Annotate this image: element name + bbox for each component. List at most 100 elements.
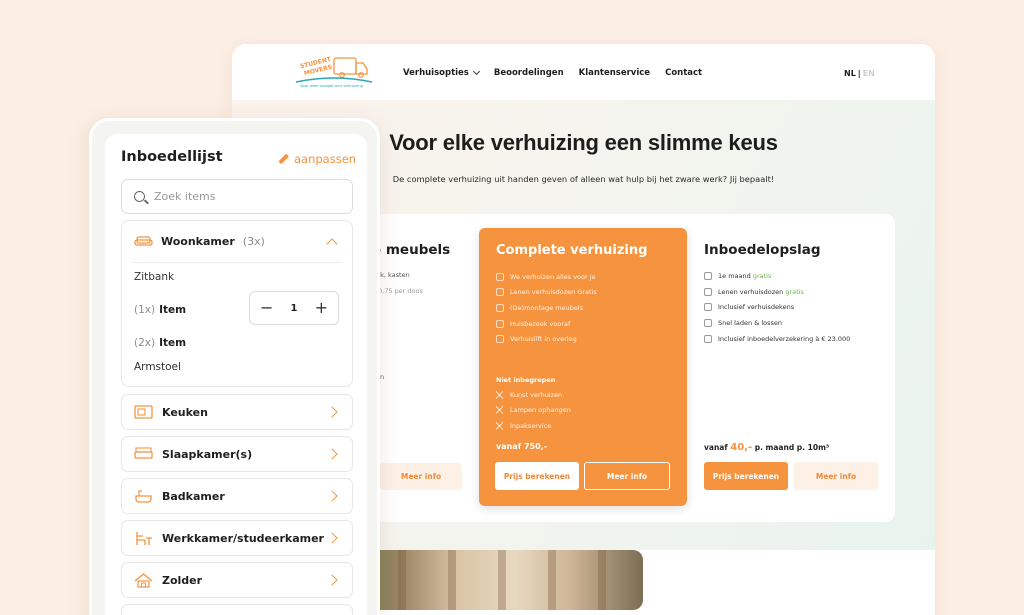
chevron-down-icon <box>472 67 480 76</box>
quantity-value: 1 <box>290 302 298 314</box>
feature-item: (De)montage meubels <box>496 300 597 316</box>
check-icon <box>704 335 712 344</box>
lift-icon <box>496 335 504 344</box>
check-icon <box>496 272 504 281</box>
card-title: Complete verhuizing <box>496 243 648 258</box>
quantity-stepper: − 1 + <box>249 291 339 325</box>
feature-text: (De)montage meubels <box>510 303 583 312</box>
price-prefix: vanaf <box>704 443 731 452</box>
feature-text: Verhuislift in overleg <box>510 335 577 344</box>
list-item: (1x) Item <box>134 304 186 316</box>
lang-en[interactable]: EN <box>863 69 875 78</box>
chevron-right-icon <box>326 406 338 418</box>
kitchen-icon <box>134 404 153 420</box>
card-line: 0,75 per doos <box>378 287 423 295</box>
room-name: Zolder <box>162 573 203 587</box>
check-icon <box>704 319 712 328</box>
chevron-up-icon[interactable] <box>326 238 338 250</box>
feature-item: Snel laden & lossen <box>704 315 850 331</box>
excluded-item: Inpakservice <box>496 418 571 434</box>
nav-label: Verhuisopties <box>403 68 469 78</box>
room-name: Slaapkamer(s) <box>162 447 253 461</box>
cross-icon <box>496 391 504 399</box>
bath-icon <box>134 488 153 504</box>
divider <box>132 262 342 263</box>
card-inboedelopslag: Inboedelopslag 1e maand gratis Lenen ver… <box>704 214 894 494</box>
search-icon <box>134 191 145 202</box>
excluded-heading: Niet inbegrepen <box>496 376 556 384</box>
price-suffix: p. maand p. 10m³ <box>752 443 830 452</box>
calculate-price-button[interactable]: Prijs berekenen <box>495 462 579 490</box>
card-title: Inboedelopslag <box>704 242 821 258</box>
check-icon <box>704 271 712 280</box>
excluded-item: Kunst verhuizen <box>496 387 571 403</box>
room-count: (3x) <box>242 234 265 248</box>
edit-button[interactable]: aanpassen <box>278 152 356 166</box>
lang-separator: | <box>857 69 861 78</box>
language-switch: NL | EN <box>844 69 875 78</box>
decrement-button[interactable]: − <box>260 300 273 316</box>
feature-text: 1e maand <box>718 271 753 280</box>
card-meubels: e meubels ank, kasten 0,75 per doos en M… <box>362 214 482 522</box>
room-name: Badkamer <box>162 489 225 503</box>
feature-text: Inclusief verhuisdekens <box>718 303 795 312</box>
more-info-button[interactable]: Meer info <box>584 462 670 490</box>
feature-list: 1e maand gratis Lenen verhuisdozen grati… <box>704 268 850 347</box>
feature-text: We verhuizen alles voor je <box>510 272 596 281</box>
calculate-price-button[interactable]: Prijs berekenen <box>704 462 788 490</box>
item-name: Armstoel <box>134 361 181 373</box>
search-field[interactable] <box>121 179 353 214</box>
cross-icon <box>496 406 504 414</box>
feature-highlight: gratis <box>752 271 772 280</box>
feature-item: 1e maand gratis <box>704 268 850 284</box>
price-label: vanaf 40,- p. maand p. 10m³ <box>704 442 829 453</box>
room-woonkamer-expanded: Woonkamer (3x) Zitbank (1x) Item − 1 + (2… <box>121 220 353 387</box>
student-movers-logo[interactable]: STUDENT MOVERS Voor weer budget een verh… <box>294 54 374 92</box>
price-value: 40,- <box>730 442 753 453</box>
room-name: Keuken <box>162 405 208 419</box>
room-zolder[interactable]: Zolder <box>121 562 353 598</box>
room-slaapkamer[interactable]: Slaapkamer(s) <box>121 436 353 472</box>
room-werkkamer[interactable]: Werkkamer/studeerkamer <box>121 520 353 556</box>
top-nav: STUDENT MOVERS Voor weer budget een verh… <box>232 44 935 100</box>
nav-contact[interactable]: Contact <box>665 68 702 78</box>
feature-item: Verhuislift in overleg <box>496 331 597 347</box>
feature-item: Lenen verhuisdozen gratis <box>704 284 850 300</box>
chevron-right-icon <box>326 448 338 460</box>
feature-text: Inclusief inboedelverzekering à € 23.000 <box>718 335 851 344</box>
increment-button[interactable]: + <box>315 300 328 316</box>
inventory-screen: Inboedellijst aanpassen Woonkamer (3x) Z… <box>105 134 367 615</box>
desk-chair-icon <box>134 530 153 546</box>
feature-item: Lenen verhuisdozen Gratis <box>496 285 597 301</box>
check-icon <box>496 303 504 312</box>
box-icon <box>496 288 504 297</box>
pencil-icon <box>278 153 289 165</box>
phone-mockup: Inboedellijst aanpassen Woonkamer (3x) Z… <box>89 118 380 615</box>
more-info-button[interactable]: Meer info <box>794 462 878 490</box>
card-title: e meubels <box>372 242 451 258</box>
room-header[interactable]: Woonkamer (3x) <box>134 233 265 249</box>
lang-nl[interactable]: NL <box>844 69 856 78</box>
edit-label: aanpassen <box>294 152 357 166</box>
box-icon <box>704 287 712 296</box>
room-badkamer[interactable]: Badkamer <box>121 478 353 514</box>
nav-beoordelingen[interactable]: Beoordelingen <box>494 68 564 78</box>
feature-text: Huisbezoek vooraf <box>510 319 571 328</box>
item-qty: (1x) <box>134 304 156 316</box>
room-partial[interactable] <box>121 604 353 615</box>
more-info-button[interactable]: Meer info <box>380 463 462 490</box>
room-name: Woonkamer <box>161 234 235 248</box>
excluded-item: Lampen ophangen <box>496 403 571 419</box>
nav-klantenservice[interactable]: Klantenservice <box>579 68 650 78</box>
feature-highlight: gratis <box>785 287 804 296</box>
item-name: Zitbank <box>134 271 175 283</box>
search-input[interactable] <box>154 190 334 203</box>
chevron-right-icon <box>326 574 338 586</box>
chevron-right-icon <box>326 532 338 544</box>
feature-item: We verhuizen alles voor je <box>496 269 597 285</box>
storage-photo <box>358 550 643 610</box>
excluded-text: Inpakservice <box>510 421 552 430</box>
room-keuken[interactable]: Keuken <box>121 394 353 430</box>
feature-text: Snel laden & lossen <box>718 319 783 328</box>
nav-verhuisopties[interactable]: Verhuisopties <box>403 67 480 78</box>
